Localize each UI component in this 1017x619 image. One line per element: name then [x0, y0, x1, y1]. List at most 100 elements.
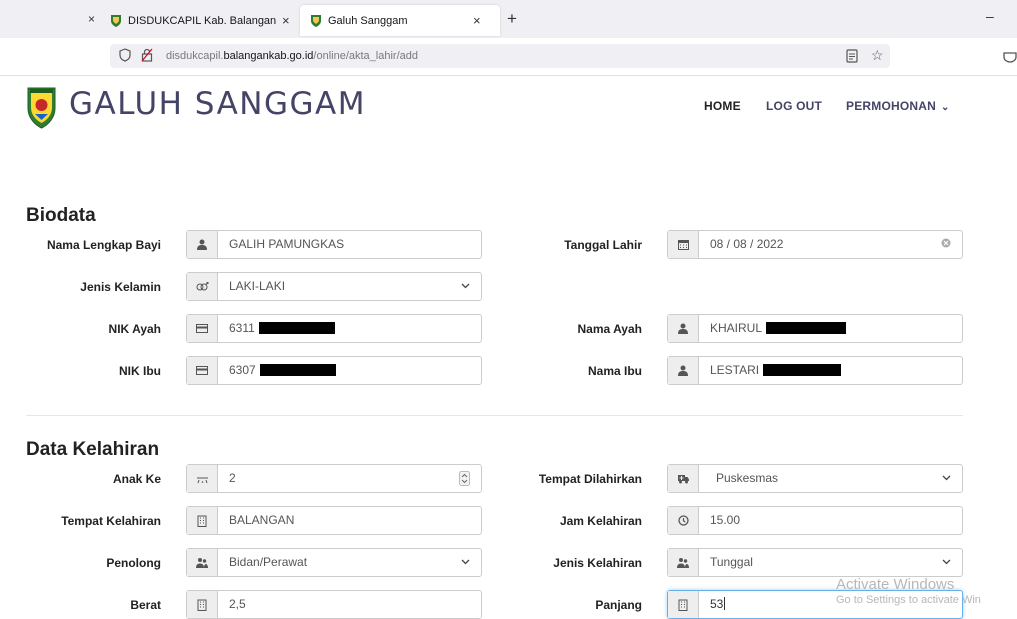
tempat-kelahiran-label: Tempat Kelahiran	[61, 514, 161, 528]
berat-value: 2,5	[229, 597, 246, 611]
url-text: disdukcapil.balangankab.go.id/online/akt…	[166, 50, 418, 62]
nama-ayah-label: Nama Ayah	[577, 322, 642, 336]
redaction-bar	[259, 364, 336, 376]
nama-bayi-field[interactable]: GALIH PAMUNGKAS	[186, 230, 482, 259]
chevron-down-icon	[461, 557, 470, 568]
building-icon	[668, 591, 699, 618]
jam-kelahiran-label: Jam Kelahiran	[559, 514, 642, 528]
tab-close-icon[interactable]: ×	[473, 13, 481, 28]
watermark-subtitle: Go to Settings to activate Win	[836, 594, 981, 606]
nik-ayah-value: 6311	[218, 315, 481, 342]
stepper-arrows-icon[interactable]	[459, 471, 470, 489]
user-group-icon	[668, 549, 699, 576]
building-icon	[187, 507, 218, 534]
penolong-label: Penolong	[106, 556, 161, 570]
section-divider	[26, 415, 963, 416]
penolong-select[interactable]: Bidan/Perawat	[186, 548, 482, 577]
nama-ayah-field[interactable]: KHAIRUL	[667, 314, 963, 343]
nama-ayah-value: KHAIRUL	[699, 315, 962, 342]
nik-ibu-field[interactable]: 6307	[186, 356, 482, 385]
cradle-icon	[187, 465, 218, 492]
balangan-emblem-logo	[27, 87, 56, 129]
shield-favicon-icon	[311, 15, 321, 27]
jam-kelahiran-value: 15.00	[710, 513, 741, 527]
chevron-down-icon	[942, 473, 951, 484]
clock-icon	[668, 507, 699, 534]
nama-ibu-value: LESTARI	[699, 357, 962, 384]
reader-view-icon[interactable]	[846, 49, 858, 63]
windows-activation-watermark: Activate Windows Go to Settings to activ…	[836, 576, 981, 606]
watermark-title: Activate Windows	[836, 576, 955, 593]
text-caret	[724, 597, 726, 610]
tanggal-lahir-label: Tanggal Lahir	[564, 238, 642, 252]
nama-ibu-label: Nama Ibu	[587, 364, 642, 378]
user-icon	[668, 357, 699, 384]
user-icon	[187, 231, 218, 258]
browser-tab-bar: × DISDUKCAPIL Kab. Balangan × Galuh Sang…	[0, 0, 1017, 38]
pocket-icon[interactable]	[1003, 51, 1017, 63]
tanggal-lahir-field[interactable]: 08 / 08 / 2022	[667, 230, 963, 259]
calendar-icon	[668, 231, 699, 258]
nik-ayah-label: NIK Ayah	[108, 322, 161, 336]
insecure-lock-icon[interactable]	[141, 48, 153, 62]
new-tab-button[interactable]: +	[507, 9, 517, 29]
tempat-dilahirkan-select[interactable]: Puskesmas	[667, 464, 963, 493]
tempat-dilahirkan-label: Tempat Dilahirkan	[538, 472, 642, 486]
id-card-icon	[187, 357, 218, 384]
anak-ke-stepper[interactable]: 2	[186, 464, 482, 493]
nik-ibu-label: NIK Ibu	[119, 364, 161, 378]
tanggal-lahir-value: 08 / 08 / 2022	[710, 237, 784, 251]
user-group-icon	[187, 549, 218, 576]
nav-home-link[interactable]: HOME	[704, 99, 741, 113]
address-bar: disdukcapil.balangankab.go.id/online/akt…	[0, 38, 1017, 76]
tab-label: Galuh Sanggam	[328, 14, 408, 27]
nama-bayi-value: GALIH PAMUNGKAS	[229, 237, 345, 251]
ambulance-icon	[668, 465, 699, 492]
tempat-dilahirkan-value: Puskesmas	[716, 471, 779, 485]
berat-label: Berat	[130, 598, 161, 612]
jenis-kelahiran-value: Tunggal	[710, 555, 753, 569]
tab-disdukcapil[interactable]: DISDUKCAPIL Kab. Balangan ×	[110, 5, 296, 36]
tab-close-icon[interactable]: ×	[282, 13, 290, 28]
jenis-kelahiran-select[interactable]: Tunggal	[667, 548, 963, 577]
anak-ke-label: Anak Ke	[112, 472, 161, 486]
jenis-kelamin-select[interactable]: LAKI-LAKI	[186, 272, 482, 301]
building-icon	[187, 591, 218, 618]
user-icon	[668, 315, 699, 342]
bookmark-star-icon[interactable]: ☆	[871, 47, 884, 64]
tab-label: DISDUKCAPIL Kab. Balangan	[128, 14, 277, 27]
redaction-bar	[258, 322, 335, 334]
clear-date-icon[interactable]	[941, 238, 951, 251]
shield-favicon-icon	[111, 15, 121, 27]
chevron-down-icon	[461, 281, 470, 292]
tempat-kelahiran-field[interactable]: BALANGAN	[186, 506, 482, 535]
nik-ayah-field[interactable]: 6311	[186, 314, 482, 343]
tab-close-icon[interactable]: ×	[88, 12, 95, 26]
gender-icon	[187, 273, 218, 300]
biodata-heading: Biodata	[26, 205, 96, 226]
tab-galuh-sanggam[interactable]: Galuh Sanggam ×	[300, 5, 500, 36]
window-minimize-button[interactable]: –	[986, 8, 994, 24]
penolong-value: Bidan/Perawat	[229, 555, 308, 569]
chevron-down-icon: ⌄	[941, 102, 950, 113]
jenis-kelamin-value: LAKI-LAKI	[229, 279, 286, 293]
nav-logout-link[interactable]: LOG OUT	[766, 99, 822, 113]
url-field[interactable]: disdukcapil.balangankab.go.id/online/akt…	[110, 44, 890, 68]
panjang-label: Panjang	[595, 598, 642, 612]
nama-ibu-field[interactable]: LESTARI	[667, 356, 963, 385]
tempat-kelahiran-value: BALANGAN	[229, 513, 295, 527]
berat-field[interactable]: 2,5	[186, 590, 482, 619]
redaction-bar	[766, 322, 847, 334]
nav-permohonan-label: PERMOHONAN	[846, 99, 937, 113]
jam-kelahiran-field[interactable]: 15.00	[667, 506, 963, 535]
nama-bayi-label: Nama Lengkap Bayi	[46, 238, 161, 252]
nik-ibu-value: 6307	[218, 357, 481, 384]
site-brand-title[interactable]: GALUH SANGGAM	[69, 86, 366, 122]
tracking-shield-icon[interactable]	[119, 48, 131, 62]
jenis-kelamin-label: Jenis Kelamin	[80, 280, 161, 294]
anak-ke-value: 2	[229, 471, 236, 485]
id-card-icon	[187, 315, 218, 342]
data-kelahiran-heading: Data Kelahiran	[26, 439, 160, 460]
nav-permohonan-dropdown[interactable]: PERMOHONAN ⌄	[846, 99, 950, 113]
jenis-kelahiran-label: Jenis Kelahiran	[553, 556, 642, 570]
